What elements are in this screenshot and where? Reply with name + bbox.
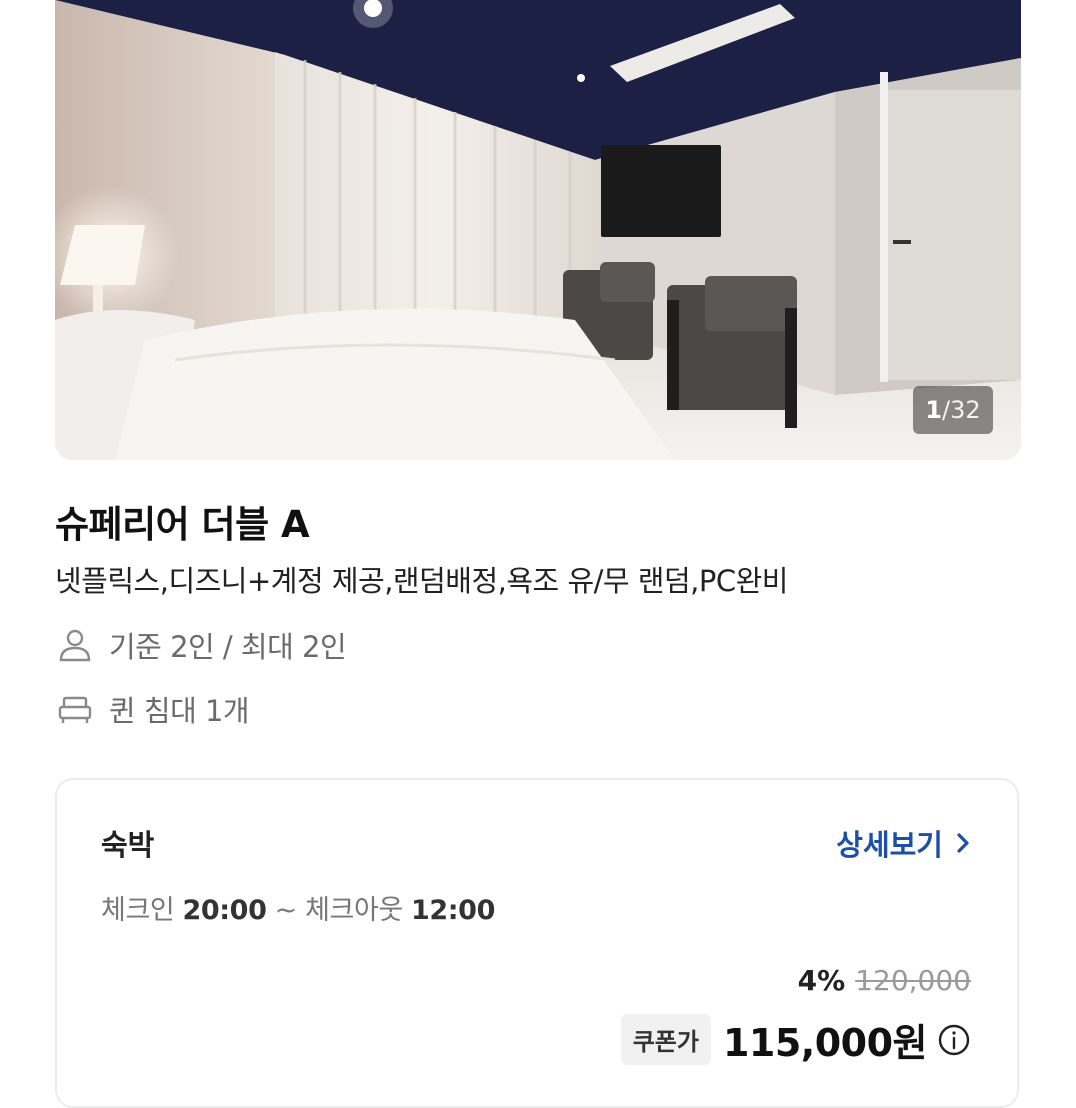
guest-capacity-row: 기준 2인 / 최대 2인 (55, 624, 347, 666)
bed-info-row: 퀸 침대 1개 (55, 688, 250, 730)
room-photo-gallery[interactable]: 1/32 (55, 0, 1021, 460)
checkin-checkout-times: 체크인 20:00 ~ 체크아웃 12:00 (101, 888, 495, 927)
stay-plan-card: 숙박 상세보기 체크인 20:00 ~ 체크아웃 12:00 4% 120,00… (55, 778, 1019, 1108)
detail-view-link[interactable]: 상세보기 (836, 822, 971, 864)
guest-capacity-text: 기준 2인 / 최대 2인 (109, 630, 347, 664)
checkout-label: 체크아웃 (305, 895, 412, 926)
room-description: 넷플릭스,디즈니+계정 제공,랜덤배정,욕조 유/무 랜덤,PC완비 (55, 564, 788, 598)
chevron-right-icon (955, 831, 971, 855)
final-price-row: 쿠폰가 115,000원 (620, 1012, 971, 1067)
discount-row: 4% 120,000 (798, 964, 971, 997)
room-title: 슈페리어 더블 A (55, 503, 310, 546)
coupon-price-badge: 쿠폰가 (620, 1014, 711, 1065)
checkout-time: 12:00 (411, 895, 495, 926)
checkin-time: 20:00 (182, 895, 267, 926)
plan-type-label: 숙박 (101, 828, 155, 862)
final-price: 115,000원 (722, 1021, 928, 1065)
bed-icon (55, 689, 95, 729)
gallery-counter: 1/32 (913, 386, 993, 434)
discount-rate: 4% (797, 964, 846, 997)
detail-view-label: 상세보기 (836, 828, 943, 862)
info-icon[interactable] (937, 1023, 971, 1057)
gallery-total: /32 (942, 396, 981, 424)
time-separator: ~ (266, 895, 306, 926)
room-photo (55, 0, 1021, 460)
person-icon (55, 625, 95, 665)
original-price: 120,000 (855, 964, 971, 997)
checkin-label: 체크인 (101, 895, 183, 926)
bed-info-text: 퀸 침대 1개 (109, 694, 250, 728)
gallery-current-index: 1 (925, 396, 943, 424)
